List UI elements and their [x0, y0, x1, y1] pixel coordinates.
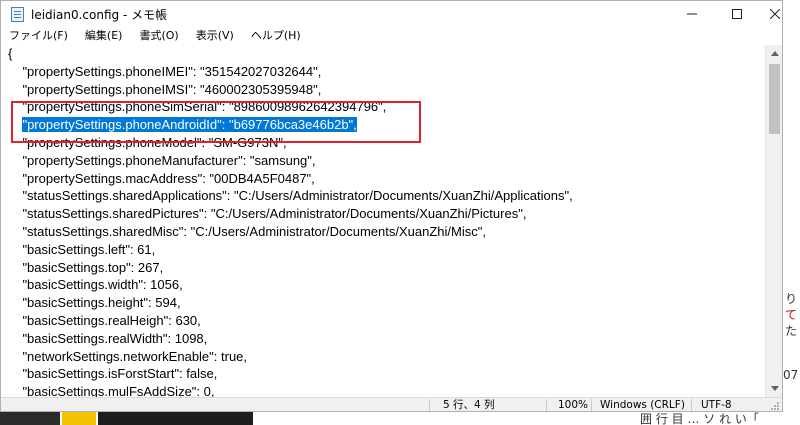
status-separator	[429, 399, 430, 411]
status-separator	[691, 399, 692, 411]
editor-line: "propertySettings.phoneIMEI": "351542027…	[8, 63, 322, 79]
close-icon	[769, 9, 780, 19]
zoom-level: 100%	[558, 399, 589, 411]
background-app-icon	[62, 412, 96, 425]
editor-lines: { "propertySettings.phoneIMEI": "3515420…	[8, 45, 573, 397]
annotation-highlight-box	[11, 101, 421, 143]
background-desktop-strip: 囲 行 目 … ソ れ い「	[0, 412, 800, 425]
notepad-app-icon[interactable]	[11, 7, 24, 22]
editor-line: "basicSettings.top": 267,	[8, 259, 164, 275]
notepad-window: leidian0.config - メモ帳 ファイル(F) 編集(E) 書式(O…	[0, 0, 783, 412]
close-button[interactable]	[752, 1, 782, 27]
editor-line: "statusSettings.sharedMisc": "C:/Users/A…	[8, 223, 486, 239]
scroll-down-button[interactable]	[766, 380, 782, 397]
maximize-icon	[731, 9, 742, 19]
menu-format[interactable]: 書式(O)	[129, 27, 185, 45]
editor-line: "networkSettings.networkEnable": true,	[8, 348, 248, 364]
editor-line: "propertySettings.phoneIMSI": "460002305…	[8, 81, 322, 97]
resize-grip-icon[interactable]	[770, 401, 780, 411]
title-bar[interactable]: leidian0.config - メモ帳	[1, 1, 782, 27]
vertical-scrollbar[interactable]	[765, 45, 782, 397]
editor-line: "propertySettings.macAddress": "00DB4A5F…	[8, 170, 315, 186]
status-separator	[591, 399, 592, 411]
editor-line: "basicSettings.left": 61,	[8, 241, 156, 257]
menu-view[interactable]: 表示(V)	[186, 27, 241, 45]
status-bar: 5 行、4 列 100% Windows (CRLF) UTF-8	[1, 397, 782, 411]
editor-line: {	[8, 46, 13, 61]
cursor-position: 5 行、4 列	[443, 399, 495, 411]
status-separator	[546, 399, 547, 411]
chevron-down-icon	[770, 386, 779, 391]
background-taskbar-block	[0, 412, 60, 425]
menu-file[interactable]: ファイル(F)	[1, 27, 75, 45]
editor-line: "basicSettings.realWidth": 1098,	[8, 330, 208, 346]
line-ending: Windows (CRLF)	[600, 399, 685, 411]
editor-line: "basicSettings.mulFsAddSize": 0,	[8, 384, 215, 397]
editor-line: "statusSettings.sharedApplications": "C:…	[8, 188, 573, 204]
editor-line: "statusSettings.sharedPictures": "C:/Use…	[8, 206, 527, 222]
editor-line: "propertySettings.phoneManufacturer": "s…	[8, 152, 316, 168]
background-text-fragment: 07	[783, 368, 799, 382]
encoding: UTF-8	[701, 399, 732, 411]
text-editor-area[interactable]: { "propertySettings.phoneIMEI": "3515420…	[1, 45, 765, 397]
minimize-button[interactable]	[669, 1, 714, 27]
menu-help[interactable]: ヘルプ(H)	[241, 27, 308, 45]
background-window-right: り て た 07	[783, 0, 800, 425]
menu-bar: ファイル(F) 編集(E) 書式(O) 表示(V) ヘルプ(H)	[1, 27, 782, 45]
chevron-up-icon	[770, 51, 779, 56]
editor-line: "basicSettings.realHeigh": 630,	[8, 312, 201, 328]
background-taskbar-block	[98, 412, 253, 425]
background-text-fragment: り	[785, 292, 798, 306]
editor-line: "basicSettings.isForstStart": false,	[8, 366, 218, 382]
scrollbar-thumb[interactable]	[769, 64, 780, 134]
editor-line: "basicSettings.height": 594,	[8, 295, 181, 311]
background-text-fragment: て	[785, 308, 798, 322]
background-text-fragment: 囲 行 目 … ソ れ い「	[640, 412, 759, 425]
editor-line: "basicSettings.width": 1056,	[8, 277, 183, 293]
minimize-icon	[686, 13, 697, 15]
background-text-fragment: た	[785, 324, 798, 338]
scroll-up-button[interactable]	[766, 45, 782, 62]
window-title: leidian0.config - メモ帳	[31, 8, 168, 22]
menu-edit[interactable]: 編集(E)	[75, 27, 130, 45]
